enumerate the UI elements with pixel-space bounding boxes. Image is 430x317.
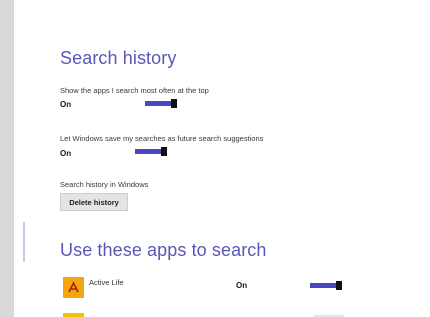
toggle-thumb — [171, 99, 177, 108]
app-icon-partial — [63, 313, 84, 317]
app-row-active-life: Active Life On — [60, 277, 370, 303]
scroll-edge-indicator — [23, 222, 25, 262]
show-apps-toggle[interactable] — [145, 99, 177, 108]
toggle-thumb — [161, 147, 167, 156]
app-toggle-value: On — [236, 281, 248, 290]
delete-history-button[interactable]: Delete history — [60, 193, 128, 211]
acrobat-reader-icon — [63, 277, 84, 298]
show-apps-value: On — [60, 100, 72, 109]
toggle-thumb — [336, 281, 342, 290]
show-apps-label: Show the apps I search most often at the… — [60, 86, 209, 95]
save-searches-label: Let Windows save my searches as future s… — [60, 134, 264, 143]
search-history-label: Search history in Windows — [60, 180, 149, 189]
save-searches-value: On — [60, 149, 72, 158]
save-searches-toggle[interactable] — [135, 147, 167, 156]
section-title-search-history: Search history — [60, 48, 177, 68]
app-search-toggle[interactable] — [310, 281, 342, 290]
toggle-track — [135, 149, 161, 154]
toggle-track — [310, 283, 336, 288]
section-title-search-apps: Use these apps to search — [60, 240, 267, 260]
toggle-track — [145, 101, 171, 106]
settings-panel: Search history Show the apps I search mo… — [14, 0, 430, 317]
app-name: Active Life — [89, 278, 124, 287]
